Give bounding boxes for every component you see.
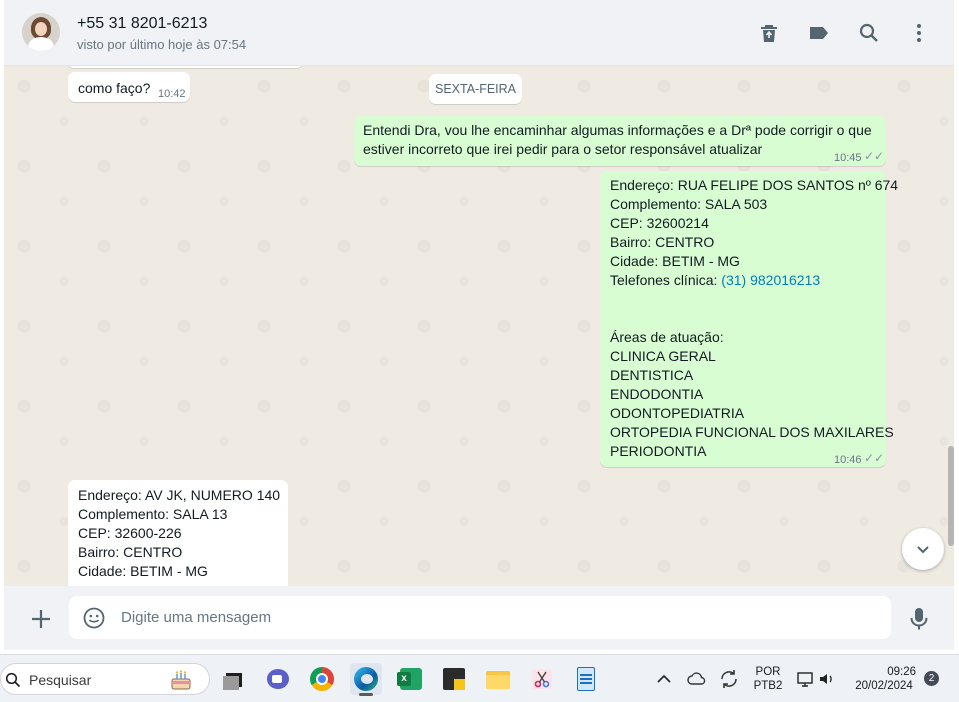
whatsapp-window: +55 31 8201-6213 visto por último hoje à… [4,0,954,650]
birthday-cake-icon [171,670,191,690]
message-bubble-outgoing[interactable]: Entendi Dra, vou lhe encaminhar algumas … [354,116,886,166]
phone-line: Telefones clínica: (31) 982016213 [610,271,898,290]
teams-app[interactable] [262,663,294,695]
message-bubble-incoming[interactable]: Endereço: AV JK, NUMERO 140 Complemento:… [68,480,288,586]
message-line: Endereço: RUA FELIPE DOS SANTOS nº 674 [610,177,899,193]
message-line: CEP: 32600214 [610,215,709,231]
notification-badge[interactable]: 2 [924,671,939,686]
message-time: 10:42 [158,88,186,100]
chevron-up-icon[interactable] [656,672,672,686]
taskbar: Pesquisar x POR PTB2 09:26 20/02/2024 2 [0,654,959,702]
read-receipt-icon: ✓✓ [864,451,885,465]
label-icon[interactable] [807,21,831,45]
notepad-app[interactable] [570,663,602,695]
clock[interactable]: 09:26 20/02/2024 [848,665,920,693]
chat-header[interactable]: +55 31 8201-6213 visto por último hoje à… [4,0,954,66]
search-icon [5,672,21,688]
message-line: Endereço: AV JK, NUMERO 140 [78,487,281,503]
message-line: Bairro: CENTRO [78,544,183,560]
date-divider: SEXTA-FEIRA [429,74,522,104]
phone-link[interactable]: (31) 982016213 [721,272,820,288]
excel-app[interactable]: x [394,663,426,695]
message-bubble-partial [68,66,302,68]
scrollbar-thumb[interactable] [948,446,954,546]
area-item: ORTOPEDIA FUNCIONAL DOS MAXILARES [610,424,894,440]
avatar[interactable] [22,13,60,51]
phone-label: Telefones clínica: [610,272,722,288]
area-item: ODONTOPEDIATRIA [610,405,745,421]
area-item: CLINICA GERAL [610,348,716,364]
message-bubble-incoming[interactable]: como faço? 10:42 [68,72,190,102]
search-icon[interactable] [857,21,881,45]
microphone-icon[interactable] [907,606,931,632]
snipping-tool-app[interactable] [526,663,558,695]
clock-date: 20/02/2024 [855,680,913,692]
contact-name[interactable]: +55 31 8201-6213 [77,15,207,33]
message-time: 10:45 [834,152,862,164]
message-composer-bar: Digite uma mensagem [4,586,954,650]
message-line: Bairro: CENTRO [610,234,715,250]
keyboard-layout: PTB2 [753,680,783,692]
message-input[interactable]: Digite uma mensagem [69,596,891,639]
volume-icon[interactable] [818,670,836,688]
onedrive-icon[interactable] [687,669,707,689]
message-time: 10:46 [834,454,862,466]
areas-title: Áreas de atuação: [610,329,724,345]
read-receipt-icon: ✓✓ [864,149,885,163]
message-line: CEP: 32600-226 [78,525,182,541]
chrome-app[interactable] [306,663,338,695]
network-icon[interactable] [796,670,814,688]
message-bubble-outgoing[interactable]: Endereço: RUA FELIPE DOS SANTOS nº 674 C… [600,171,898,467]
area-item: ENDODONTIA [610,386,704,402]
menu-icon[interactable] [907,21,931,45]
file-explorer-app[interactable] [482,663,514,695]
chat-area[interactable]: como faço? 10:42 SEXTA-FEIRA Entendi Dra… [4,66,954,586]
last-seen-status: visto por último hoje às 07:54 [77,37,247,52]
task-view-app[interactable] [218,663,250,695]
message-text: como faço? [78,80,151,96]
language-indicator[interactable]: POR PTB2 [752,665,784,693]
message-line: Entendi Dra, vou lhe encaminhar algumas … [363,122,872,138]
emoji-icon[interactable] [82,606,106,630]
message-input-placeholder: Digite uma mensagem [121,609,272,626]
taskbar-search-label: Pesquisar [29,672,92,688]
message-line: Complemento: SALA 13 [78,506,228,522]
plus-icon[interactable] [30,608,52,630]
sticky-notes-app[interactable] [438,663,470,695]
taskbar-search[interactable]: Pesquisar [0,663,210,695]
message-line: Cidade: BETIM - MG [78,563,208,579]
message-line: estiver incorreto que irei pedir para o … [363,141,763,157]
delete-icon[interactable] [757,21,781,45]
language-code: POR [755,666,781,678]
chevron-down-icon [917,546,929,554]
screen: +55 31 8201-6213 visto por último hoje à… [0,0,959,702]
clock-time: 09:26 [887,666,916,678]
message-line: Cidade: BETIM - MG [610,253,740,269]
sync-icon[interactable] [718,668,740,690]
area-item: DENTISTICA [610,367,694,383]
scroll-down-button[interactable] [902,528,944,570]
message-line: Complemento: SALA 503 [610,196,768,212]
edge-app[interactable] [350,663,382,696]
scissors-icon [532,669,552,689]
